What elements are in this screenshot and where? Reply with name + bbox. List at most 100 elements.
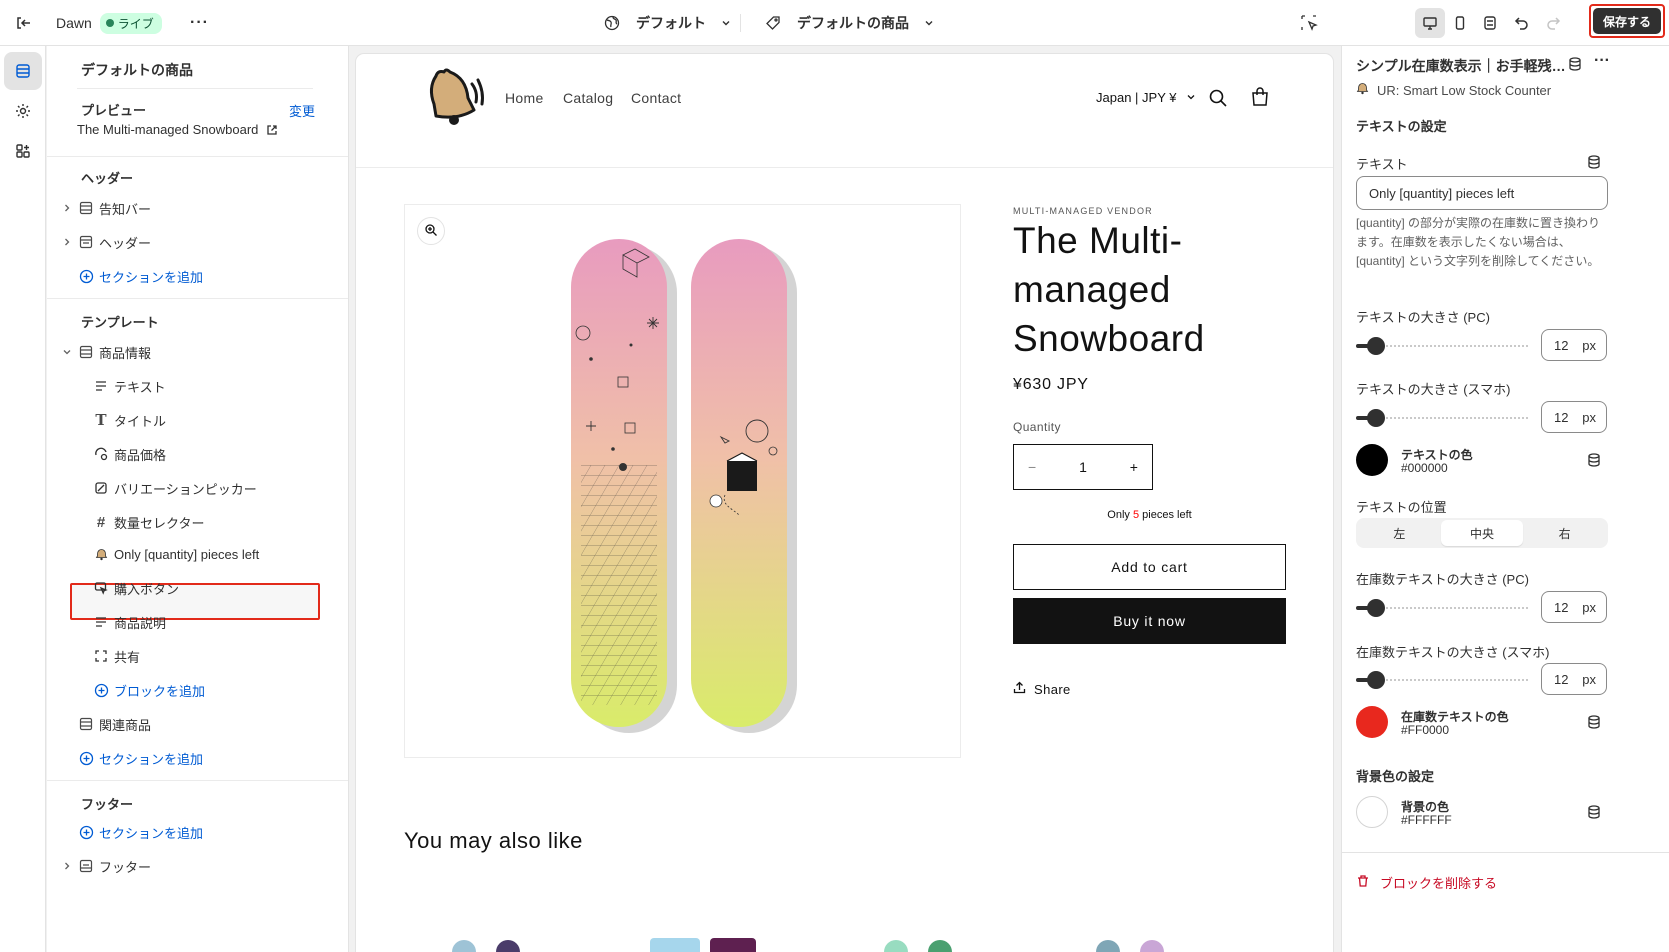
block-label: テキスト (114, 379, 166, 395)
dynamic-source-icon[interactable] (1586, 154, 1602, 170)
related-products-thumbnails (452, 938, 1164, 952)
template-selector[interactable]: デフォルトの商品 (765, 0, 935, 46)
text-color-hex: #000000 (1401, 461, 1448, 475)
apps-tab[interactable] (4, 132, 42, 170)
dynamic-source-icon[interactable] (1586, 714, 1602, 730)
share-button[interactable]: Share (1013, 681, 1071, 697)
database-icon (1567, 57, 1583, 75)
block-variant-picker[interactable]: バリエーションピッカー (47, 473, 348, 503)
redo-button[interactable] (1545, 0, 1561, 46)
fullscreen-view-button[interactable] (1475, 8, 1505, 38)
nav-link-home[interactable]: Home (505, 90, 544, 106)
block-price[interactable]: 商品価格 (47, 439, 348, 469)
nav-link-catalog[interactable]: Catalog (563, 90, 613, 106)
block-low-stock-counter[interactable]: Only [quantity] pieces left (47, 539, 348, 569)
position-center-option[interactable]: 中央 (1440, 520, 1524, 546)
section-announcement-bar[interactable]: 告知バー (47, 193, 348, 223)
size-pc-input[interactable]: 12 px (1541, 329, 1607, 361)
preview-change-link[interactable]: 変更 (289, 101, 315, 120)
save-button[interactable]: 保存する (1593, 8, 1661, 34)
divider (77, 88, 313, 89)
buy-it-now-button[interactable]: Buy it now (1013, 598, 1286, 644)
quantity-plus-button[interactable]: + (1130, 459, 1138, 475)
size-sp-input[interactable]: 12 px (1541, 401, 1607, 433)
search-icon (1208, 89, 1228, 111)
position-left-option[interactable]: 左 (1358, 520, 1441, 546)
desktop-view-button[interactable] (1415, 8, 1445, 38)
stock-size-sp-slider[interactable] (1356, 671, 1528, 689)
low-stock-counter: Only 5 pieces left (1013, 509, 1286, 521)
section-footer[interactable]: フッター (47, 851, 348, 881)
stock-size-sp-input[interactable]: 12 px (1541, 663, 1607, 695)
position-label: テキストの位置 (1356, 500, 1447, 515)
currency-selector[interactable]: Japan | JPY ¥ (1096, 90, 1196, 105)
size-sp-label: テキストの大きさ (スマホ) (1356, 382, 1511, 397)
store-logo[interactable] (416, 64, 486, 134)
position-right-option[interactable]: 右 (1523, 520, 1606, 546)
store-search-button[interactable] (1208, 88, 1228, 111)
section-related-products[interactable]: 関連商品 (47, 709, 348, 739)
footer-layout-icon (77, 857, 95, 875)
text-lines-icon (92, 613, 110, 631)
sections-tab[interactable] (4, 52, 42, 90)
dynamic-source-icon[interactable] (1586, 804, 1602, 820)
add-to-cart-button[interactable]: Add to cart (1013, 544, 1286, 590)
panel-more-button[interactable]: ··· (1594, 52, 1610, 70)
preview-heading: プレビュー (81, 103, 147, 118)
slider-knob[interactable] (1367, 409, 1385, 427)
add-section-template-link[interactable]: セクションを追加 (47, 743, 348, 773)
product-media[interactable] (404, 204, 961, 758)
add-section-footer-link[interactable]: セクションを追加 (47, 817, 348, 847)
dynamic-source-icon[interactable] (1586, 452, 1602, 468)
block-buy-buttons[interactable]: 購入ボタン (47, 573, 348, 603)
section-label: ヘッダー (99, 235, 152, 251)
chevron-right-icon (61, 237, 73, 247)
bell-logo-icon (429, 68, 484, 125)
undo-button[interactable] (1514, 0, 1530, 46)
cart-button[interactable] (1249, 86, 1271, 111)
size-pc-slider[interactable] (1356, 337, 1528, 355)
text-input[interactable]: Only [quantity] pieces left (1356, 176, 1608, 210)
slider-knob[interactable] (1367, 671, 1385, 689)
stock-size-pc-slider[interactable] (1356, 599, 1528, 617)
block-share[interactable]: 共有 (47, 641, 348, 671)
block-quantity-selector[interactable]: # 数量セレクター (47, 507, 348, 537)
delete-block-button[interactable]: ブロックを削除する (1356, 873, 1497, 892)
nav-link-contact[interactable]: Contact (631, 90, 681, 106)
block-settings-panel: シンプル在庫数表示｜お手軽残… ··· UR: Smart Low Stock … (1341, 46, 1669, 952)
slider-knob[interactable] (1367, 599, 1385, 617)
text-color-swatch[interactable] (1356, 444, 1388, 476)
add-block-label: ブロックを追加 (114, 683, 206, 699)
header-group-title: ヘッダー (81, 171, 134, 186)
quantity-input[interactable]: 1 (1079, 459, 1087, 475)
variant-icon (92, 479, 110, 497)
size-sp-slider[interactable] (1356, 409, 1528, 427)
mobile-view-button[interactable] (1445, 8, 1475, 38)
exit-button[interactable] (14, 0, 32, 46)
theme-settings-tab[interactable] (4, 92, 42, 130)
bg-color-swatch[interactable] (1356, 796, 1388, 828)
context-selector[interactable]: デフォルト (604, 0, 732, 46)
panel-source-button[interactable] (1567, 56, 1583, 75)
block-text[interactable]: テキスト (47, 371, 348, 401)
stock-color-swatch[interactable] (1356, 706, 1388, 738)
block-description[interactable]: 商品説明 (47, 607, 348, 637)
tag-icon (765, 15, 781, 31)
undo-icon (1514, 15, 1530, 31)
section-icon (77, 715, 95, 733)
slider-knob[interactable] (1367, 337, 1385, 355)
more-actions-button[interactable]: ··· (190, 0, 209, 46)
add-block-link[interactable]: ブロックを追加 (47, 675, 348, 705)
block-title[interactable]: T タイトル (47, 405, 348, 435)
section-product-info[interactable]: 商品情報 (47, 337, 348, 367)
panel-app-name: UR: Smart Low Stock Counter (1356, 82, 1551, 98)
section-header[interactable]: ヘッダー (47, 227, 348, 257)
gear-icon (14, 102, 32, 120)
preview-product-name: The Multi-managed Snowboard (77, 122, 259, 137)
stock-size-pc-input[interactable]: 12 px (1541, 591, 1607, 623)
quantity-minus-button[interactable]: − (1028, 459, 1036, 475)
add-section-header-link[interactable]: セクションを追加 (47, 261, 348, 291)
device-toggle-group (1415, 8, 1505, 38)
inspector-button[interactable] (1300, 0, 1318, 46)
preview-product-link[interactable]: The Multi-managed Snowboard (77, 122, 278, 137)
